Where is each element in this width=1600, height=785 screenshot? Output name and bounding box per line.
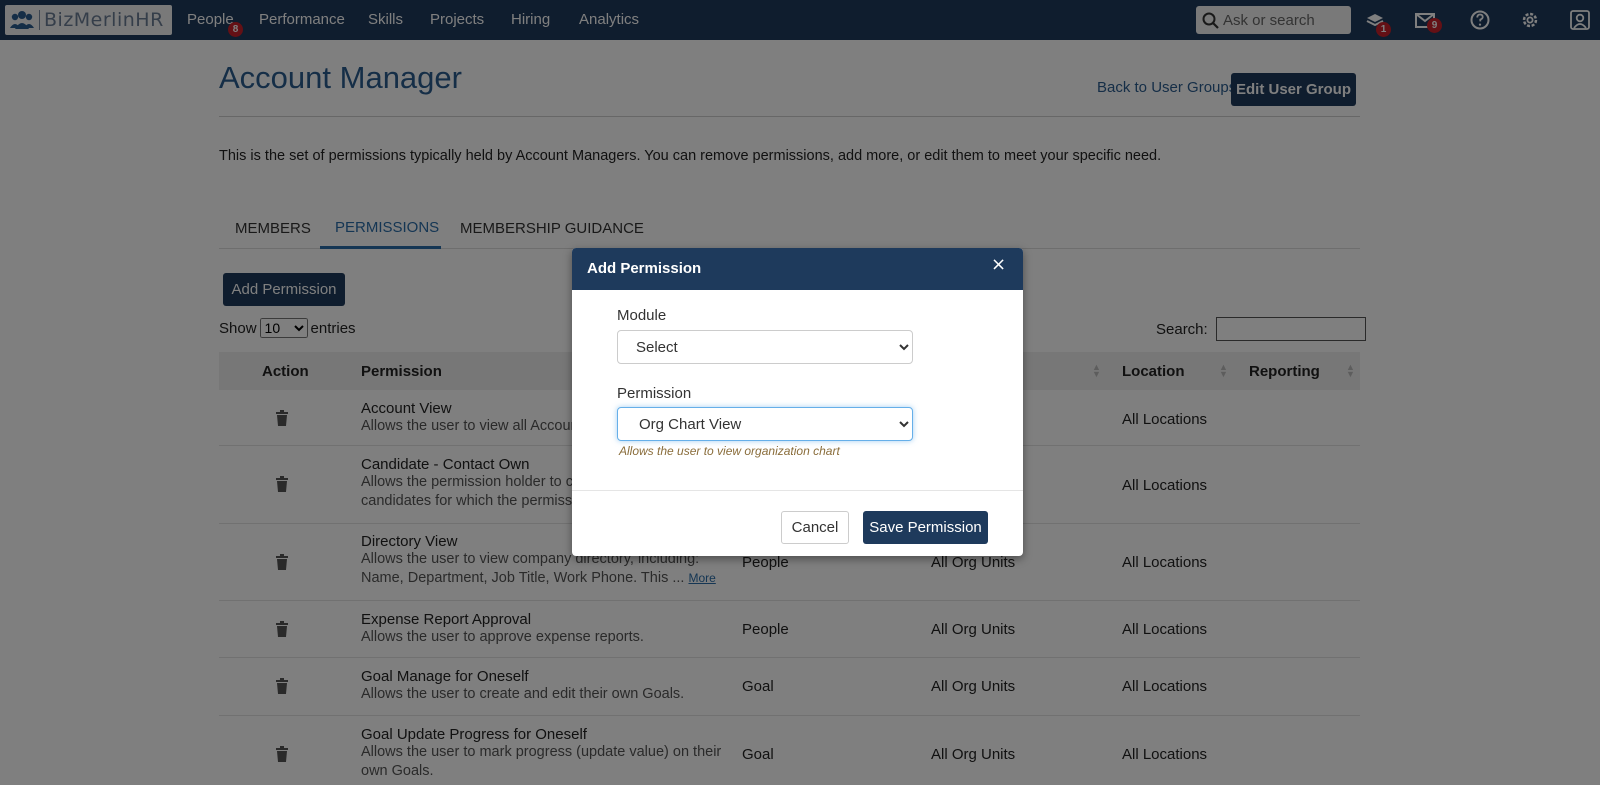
close-icon[interactable]: × [991,254,1006,275]
add-permission-modal: Add Permission × Module Select Permissio… [572,248,1023,556]
module-select[interactable]: Select [617,330,913,364]
modal-header: Add Permission × [572,248,1023,290]
permission-help-text: Allows the user to view organization cha… [619,444,840,458]
cancel-button[interactable]: Cancel [781,511,849,544]
modal-footer-divider [572,490,1023,491]
permission-label: Permission [617,385,692,402]
module-label: Module [617,307,667,324]
permission-select[interactable]: Org Chart View [617,407,913,441]
save-permission-button[interactable]: Save Permission [863,511,988,544]
modal-title: Add Permission [587,260,702,277]
